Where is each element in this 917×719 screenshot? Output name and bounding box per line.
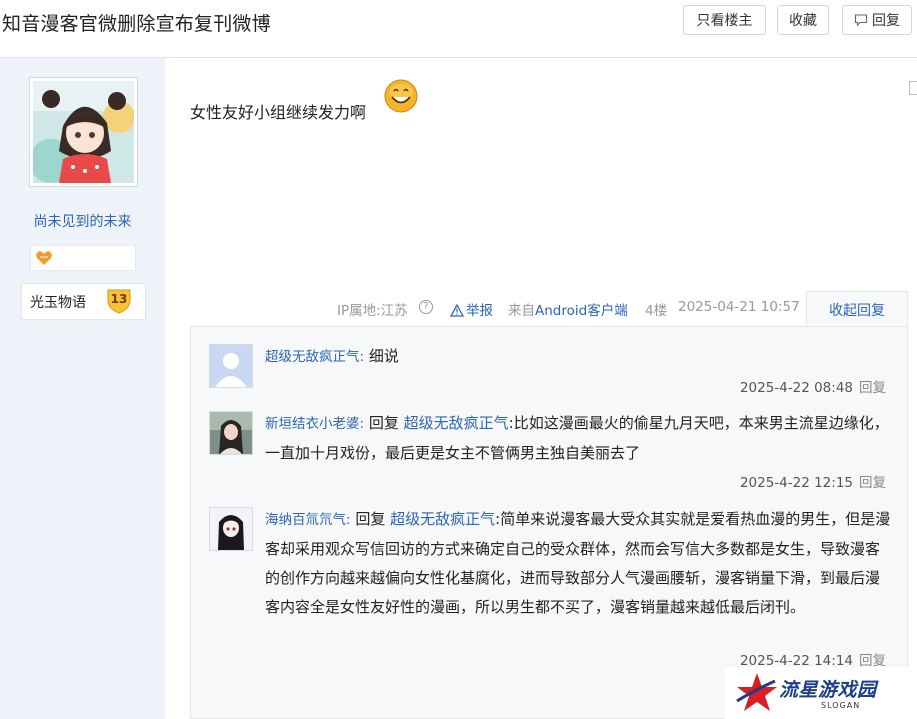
post-content: 女性友好小组继续发力啊: [190, 103, 367, 122]
thread-header: 知音漫客官微删除宣布复刊微博 只看楼主 收藏 回复: [0, 0, 917, 52]
reply-to-user[interactable]: 超级无敌疯正气: [404, 414, 509, 432]
warning-triangle-icon: [449, 303, 465, 321]
reply-prefix: 回复: [355, 510, 386, 528]
reply-avatar[interactable]: [209, 344, 253, 388]
author-avatar[interactable]: [29, 77, 138, 187]
reply-link[interactable]: 回复: [859, 475, 886, 491]
thread-title: 知音漫客官微删除宣布复刊微博: [2, 13, 271, 35]
smile-emoji-icon: [383, 78, 419, 114]
collapse-replies-tab[interactable]: 收起回复: [806, 291, 908, 327]
watermark-slogan: SLOGAN: [821, 701, 861, 710]
reply-avatar[interactable]: [209, 507, 253, 551]
comment-icon: [854, 13, 868, 27]
author-username[interactable]: 尚未见到的未来: [0, 211, 165, 231]
reply-username[interactable]: 新垣结衣小老婆:: [265, 416, 364, 432]
heart-badge-icon: [35, 250, 53, 270]
reply-button-label: 回复: [872, 13, 900, 29]
reply-item: 新垣结衣小老婆: 回复 超级无敌疯正气:比如这漫画最火的偷星九月天吧，本来男主流…: [265, 409, 893, 468]
reply-prefix: 回复: [368, 414, 399, 432]
reply-avatar[interactable]: [209, 411, 253, 455]
author-badge: [30, 245, 136, 271]
reply-link[interactable]: 回复: [859, 380, 886, 396]
post-side-tab[interactable]: [909, 81, 917, 95]
report-label: 举报: [466, 303, 493, 319]
only-op-button[interactable]: 只看楼主: [683, 5, 766, 35]
report-link[interactable]: 举报: [449, 299, 493, 321]
watermark-logo: 流星游戏园 SLOGAN: [725, 667, 917, 719]
reply-button[interactable]: 回复: [842, 5, 912, 35]
source-link[interactable]: Android客户端: [535, 303, 628, 319]
level-name: 光玉物语: [30, 295, 86, 311]
post-source: 来自Android客户端: [508, 303, 628, 319]
reply-meta: 2025-4-22 12:15 回复: [740, 471, 886, 491]
reply-meta: 2025-4-22 14:14 回复: [740, 649, 886, 669]
level-shield-icon: 13: [105, 287, 133, 315]
ip-location: IP属地:江苏: [337, 303, 408, 319]
avatar-image: [33, 81, 134, 183]
reply-username[interactable]: 海纳百氚氘气:: [265, 512, 351, 528]
help-circle-icon[interactable]: ?: [419, 300, 433, 314]
star-logo-icon: [735, 671, 779, 719]
reply-item: 海纳百氚氘气: 回复 超级无敌疯正气:简单来说漫客最大受众其实就是爱看热血漫的男…: [265, 505, 893, 622]
reply-meta: 2025-4-22 08:48 回复: [740, 376, 886, 396]
favorite-button[interactable]: 收藏: [777, 5, 829, 35]
reply-time: 2025-4-22 08:48: [739, 380, 853, 396]
reply-text: 细说: [368, 347, 399, 365]
reply-to-user[interactable]: 超级无敌疯正气: [390, 510, 495, 528]
author-level: 光玉物语 13: [21, 283, 146, 320]
level-number: 13: [110, 292, 128, 306]
post-datetime: 2025-04-21 10:57: [678, 299, 800, 315]
watermark-name: 流星游戏园: [779, 679, 877, 701]
floor-number: 4楼: [645, 303, 668, 319]
reply-time: 2025-4-22 12:15: [739, 475, 853, 491]
reply-username[interactable]: 超级无敌疯正气:: [265, 349, 364, 365]
reply-item: 超级无敌疯正气: 细说: [265, 342, 893, 372]
